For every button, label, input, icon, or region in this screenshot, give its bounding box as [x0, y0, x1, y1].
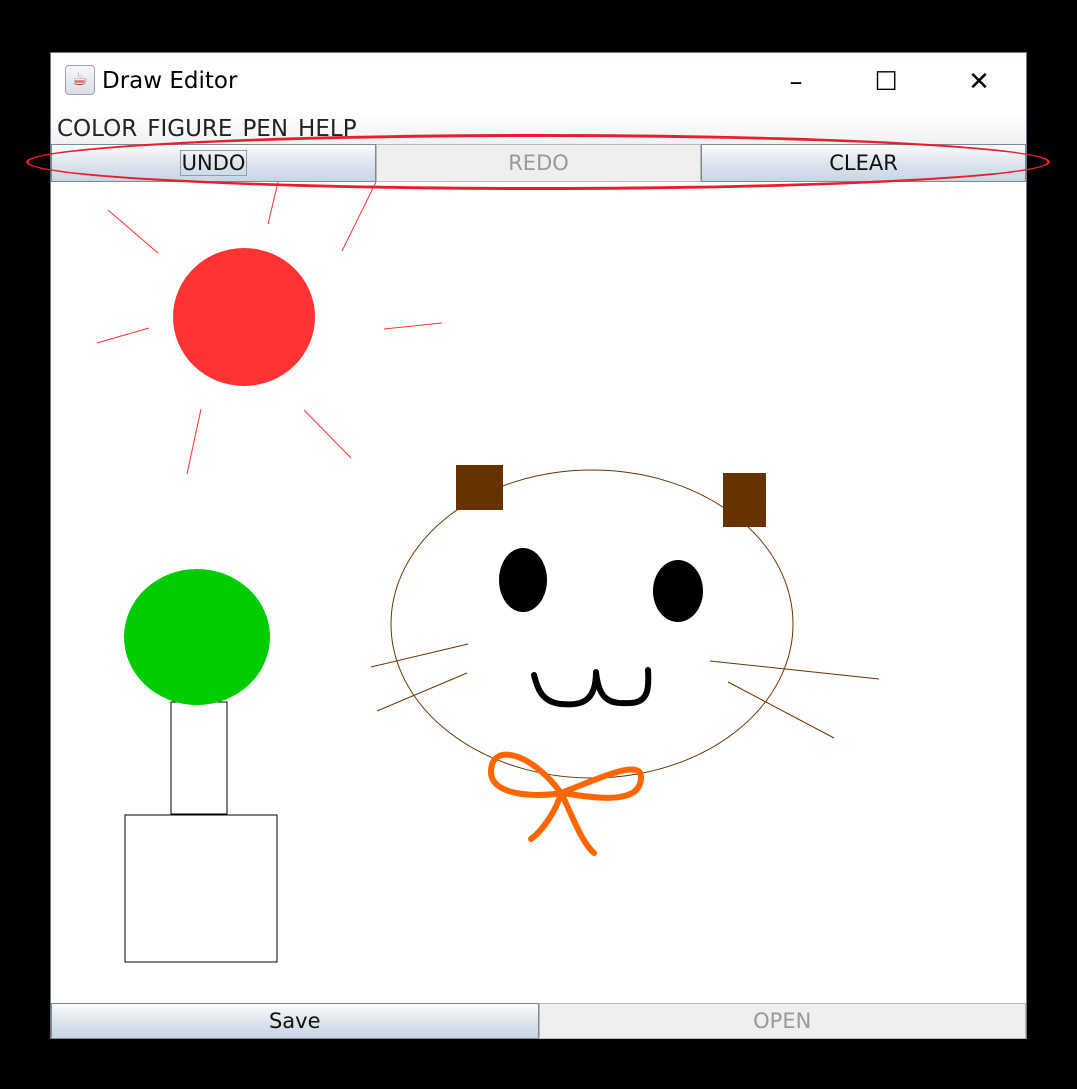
bow — [488, 751, 644, 856]
maximize-icon: ☐ — [874, 67, 898, 97]
menu-bar: COLOR FIGURE PEN HELP — [51, 111, 1026, 145]
sun-ray — [186, 408, 202, 475]
sun — [173, 248, 315, 386]
draw-editor-window: ☕ Draw Editor – ☐ ✕ COLOR FIGURE PEN HELP U… — [50, 52, 1027, 1039]
redo-button[interactable]: REDO — [376, 144, 701, 182]
cat-ear-left — [456, 465, 503, 510]
flower-pot — [124, 814, 278, 963]
java-icon: ☕ — [65, 65, 95, 95]
cat-mouth — [531, 667, 652, 708]
undo-label: UNDO — [179, 150, 248, 176]
whisker — [370, 643, 469, 668]
toolbar: UNDO REDO CLEAR — [51, 144, 1026, 182]
clear-label: CLEAR — [829, 151, 898, 175]
sun-ray — [267, 182, 279, 225]
redo-label: REDO — [508, 151, 569, 175]
menu-color[interactable]: COLOR — [51, 113, 141, 145]
open-label: OPEN — [753, 1009, 812, 1033]
cat-eye-right — [653, 560, 703, 622]
bottom-bar: Save OPEN — [51, 1003, 1026, 1039]
title-bar[interactable]: ☕ Draw Editor – ☐ ✕ — [51, 53, 1026, 111]
open-button[interactable]: OPEN — [538, 1003, 1026, 1039]
save-button[interactable]: Save — [51, 1003, 539, 1039]
cat-eye-left — [499, 548, 547, 612]
sun-ray — [96, 327, 150, 344]
cat-ear-right — [723, 473, 766, 527]
sun-ray — [341, 182, 377, 252]
save-label: Save — [268, 1009, 321, 1033]
clear-button[interactable]: CLEAR — [701, 144, 1026, 182]
sun-ray — [303, 409, 352, 459]
menu-help[interactable]: HELP — [292, 113, 361, 145]
maximize-button[interactable]: ☐ — [851, 53, 921, 111]
window-title: Draw Editor — [102, 68, 238, 94]
minimize-button[interactable]: – — [761, 53, 831, 111]
sun-ray — [383, 322, 443, 330]
whisker — [376, 672, 468, 712]
tree-crown — [124, 569, 270, 705]
menu-pen[interactable]: PEN — [236, 113, 292, 145]
sun-ray — [107, 209, 159, 254]
whisker — [709, 660, 880, 680]
menu-figure[interactable]: FIGURE — [141, 113, 236, 145]
whisker — [727, 681, 835, 739]
minimize-icon: – — [789, 67, 803, 97]
undo-button[interactable]: UNDO — [51, 144, 376, 182]
tree-trunk — [170, 701, 228, 815]
close-icon: ✕ — [968, 67, 990, 97]
cat-whiskers — [370, 643, 880, 739]
drawing-canvas[interactable] — [51, 182, 1026, 1003]
close-button[interactable]: ✕ — [944, 53, 1014, 111]
